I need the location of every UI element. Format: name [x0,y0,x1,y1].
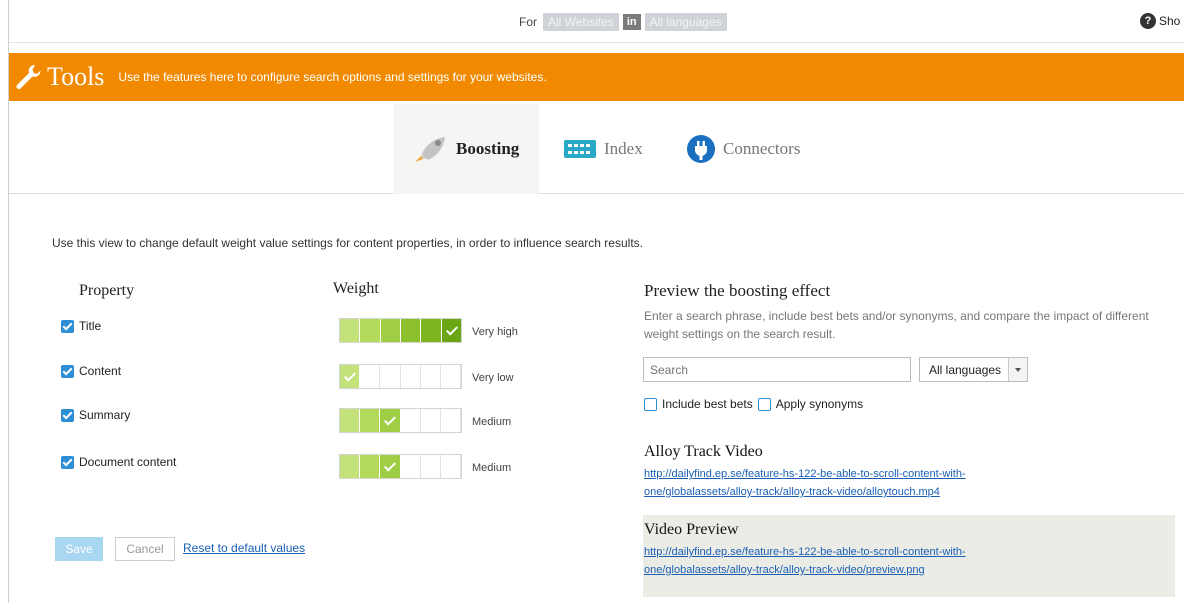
weight-segment[interactable] [420,455,441,478]
search-result: Video Preview http://dailyfind.ep.se/fea… [643,515,1175,597]
weight-segment[interactable] [440,409,462,432]
weight-label: Medium [472,416,512,428]
tab-connectors-label: Connectors [723,139,801,158]
title-checkbox[interactable] [61,319,74,333]
property-row[interactable]: Document content [61,455,176,469]
index-grid-icon [564,140,596,158]
reset-defaults-link[interactable]: Reset to default values [183,541,305,555]
intro-text: Use this view to change default weight v… [52,236,643,250]
weight-segment[interactable] [421,319,442,342]
weight-segment[interactable] [400,365,421,388]
weight-segment[interactable] [440,365,462,388]
tools-tabs: Boosting Index Connectors [9,104,1184,194]
tab-index[interactable]: Index [564,104,674,194]
result-link[interactable]: one/globalassets/alloy-track/alloy-track… [644,561,1175,579]
weight-segment[interactable] [340,455,361,478]
plug-icon [687,135,715,163]
weight-segment[interactable] [340,409,361,432]
weight-segment[interactable] [441,319,461,342]
property-row[interactable]: Title [61,319,101,333]
preview-options: Include best bets Apply synonyms [644,397,863,411]
weight-segment[interactable] [380,319,401,342]
result-link[interactable]: http://dailyfind.ep.se/feature-hs-122-be… [644,543,1175,561]
help-icon: ? [1140,13,1156,29]
tab-boosting[interactable]: Boosting [394,104,539,194]
preview-title: Preview the boosting effect [644,281,831,300]
include-best-bets-checkbox[interactable] [644,397,657,411]
weight-segment[interactable] [400,409,421,432]
tab-index-label: Index [604,139,643,158]
weight-segment[interactable] [360,409,381,432]
for-label: For [519,15,537,29]
language-scope-dropdown[interactable]: All languages [644,13,727,31]
weight-segment[interactable] [440,455,462,478]
page-description: Use the features here to configure searc… [118,70,547,84]
weight-segment[interactable] [340,365,361,388]
scope-selector: For All Websites in All languages [519,13,727,31]
property-row[interactable]: Summary [61,408,130,422]
property-column-header: Property [79,282,135,299]
window-edge [0,0,9,603]
weight-segment[interactable] [420,365,441,388]
help-button[interactable]: ? Sho [1140,13,1180,29]
tab-connectors[interactable]: Connectors [687,104,847,194]
weight-segment[interactable] [380,365,401,388]
weight-segment[interactable] [360,455,381,478]
search-result: Alloy Track Video http://dailyfind.ep.se… [643,437,1175,507]
document-content-checkbox[interactable] [61,455,74,469]
preview-description: Enter a search phrase, include best bets… [644,309,1149,341]
weight-selector[interactable] [339,364,462,389]
website-scope-dropdown[interactable]: All Websites [543,13,619,31]
result-link[interactable]: one/globalassets/alloy-track/alloy-track… [644,483,1175,501]
weight-segment[interactable] [360,365,381,388]
cancel-button[interactable]: Cancel [115,537,175,561]
weight-segment[interactable] [380,455,401,478]
weight-selector[interactable] [339,318,462,343]
tab-boosting-label: Boosting [456,139,520,158]
weight-label: Very high [472,326,518,338]
weight-segment[interactable] [360,319,381,342]
summary-checkbox[interactable] [61,408,74,422]
weight-segment[interactable] [380,409,401,432]
weight-label: Very low [472,372,514,384]
language-select[interactable]: All languages [919,357,1028,382]
property-label: Document content [79,455,177,469]
wrench-icon [16,64,41,89]
property-row[interactable]: Content [61,364,121,378]
weight-segment[interactable] [400,319,422,342]
save-button[interactable]: Save [55,537,103,561]
result-title: Video Preview [644,521,739,538]
include-best-bets-label: Include best bets [662,397,753,411]
weight-column-header: Weight [333,280,379,297]
tools-banner: Tools Use the features here to configure… [9,53,1184,101]
rocket-icon [415,137,445,162]
weight-selector[interactable] [339,408,462,433]
weight-label: Medium [472,462,512,474]
property-label: Title [79,319,102,333]
apply-synonyms-label: Apply synonyms [775,397,864,411]
weight-segment[interactable] [420,409,441,432]
property-label: Summary [79,408,131,422]
language-select-value: All languages [929,362,1002,377]
content-checkbox[interactable] [61,364,74,378]
search-input[interactable] [643,357,911,382]
help-label: Sho [1159,14,1181,28]
weight-segment[interactable] [340,319,361,342]
chevron-down-icon [1008,358,1027,381]
weight-segment[interactable] [400,455,421,478]
apply-synonyms-checkbox[interactable] [757,397,771,411]
page-title: Tools [47,62,105,91]
result-title: Alloy Track Video [644,443,763,460]
scope-bar: For All Websites in All languages ? Sho [9,0,1184,43]
property-label: Content [79,364,122,378]
in-label: in [622,14,641,30]
weight-selector[interactable] [339,454,462,479]
result-link[interactable]: http://dailyfind.ep.se/feature-hs-122-be… [644,465,1175,483]
